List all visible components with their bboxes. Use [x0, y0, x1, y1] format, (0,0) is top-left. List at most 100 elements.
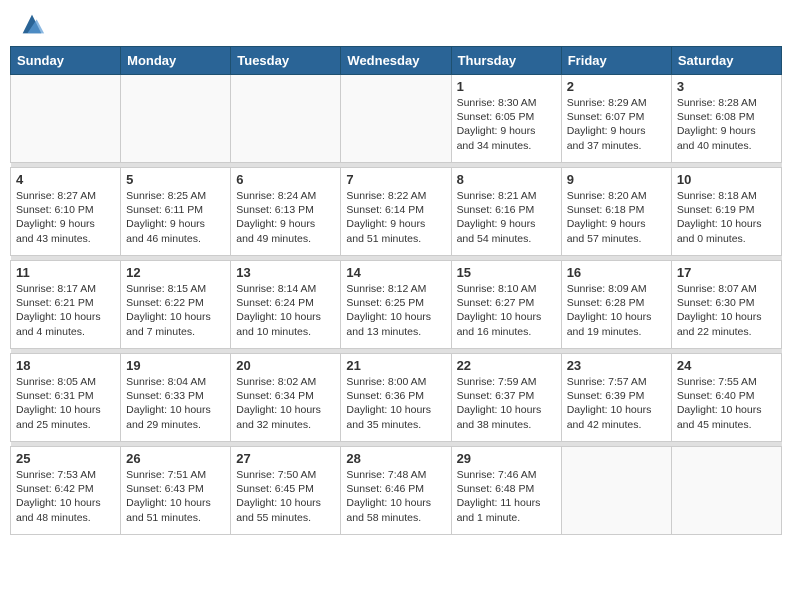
day-info: Sunrise: 8:12 AM Sunset: 6:25 PM Dayligh… — [346, 282, 445, 339]
day-cell: 17 Sunrise: 8:07 AM Sunset: 6:30 PM Dayli… — [671, 261, 781, 349]
day-info: Sunrise: 8:24 AM Sunset: 6:13 PM Dayligh… — [236, 189, 335, 246]
day-info: Sunrise: 7:51 AM Sunset: 6:43 PM Dayligh… — [126, 468, 225, 525]
header-monday: Monday — [121, 47, 231, 75]
week-row-1: 1 Sunrise: 8:30 AM Sunset: 6:05 PM Daylig… — [11, 75, 782, 163]
day-number: 10 — [677, 172, 776, 187]
day-info: Sunrise: 8:27 AM Sunset: 6:10 PM Dayligh… — [16, 189, 115, 246]
day-info: Sunrise: 8:28 AM Sunset: 6:08 PM Dayligh… — [677, 96, 776, 153]
day-number: 28 — [346, 451, 445, 466]
day-info: Sunrise: 8:14 AM Sunset: 6:24 PM Dayligh… — [236, 282, 335, 339]
day-info: Sunrise: 8:00 AM Sunset: 6:36 PM Dayligh… — [346, 375, 445, 432]
day-cell: 26 Sunrise: 7:51 AM Sunset: 6:43 PM Dayli… — [121, 447, 231, 535]
day-cell: 28 Sunrise: 7:48 AM Sunset: 6:46 PM Dayli… — [341, 447, 451, 535]
day-cell: 4 Sunrise: 8:27 AM Sunset: 6:10 PM Daylig… — [11, 168, 121, 256]
header-row: SundayMondayTuesdayWednesdayThursdayFrid… — [11, 47, 782, 75]
day-info: Sunrise: 8:17 AM Sunset: 6:21 PM Dayligh… — [16, 282, 115, 339]
day-cell: 9 Sunrise: 8:20 AM Sunset: 6:18 PM Daylig… — [561, 168, 671, 256]
day-number: 12 — [126, 265, 225, 280]
day-cell: 22 Sunrise: 7:59 AM Sunset: 6:37 PM Dayli… — [451, 354, 561, 442]
day-cell: 20Sunrise: 8:02 AM Sunset: 6:34 PM Dayli… — [231, 354, 341, 442]
day-number: 16 — [567, 265, 666, 280]
day-cell: 15 Sunrise: 8:10 AM Sunset: 6:27 PM Dayli… — [451, 261, 561, 349]
day-cell: 3 Sunrise: 8:28 AM Sunset: 6:08 PM Daylig… — [671, 75, 781, 163]
day-info: Sunrise: 8:09 AM Sunset: 6:28 PM Dayligh… — [567, 282, 666, 339]
week-row-4: 18 Sunrise: 8:05 AM Sunset: 6:31 PM Dayli… — [11, 354, 782, 442]
day-info: Sunrise: 8:29 AM Sunset: 6:07 PM Dayligh… — [567, 96, 666, 153]
page-header — [10, 10, 782, 38]
day-number: 17 — [677, 265, 776, 280]
day-cell: 8 Sunrise: 8:21 AM Sunset: 6:16 PM Daylig… — [451, 168, 561, 256]
day-number: 24 — [677, 358, 776, 373]
day-cell: 19 Sunrise: 8:04 AM Sunset: 6:33 PM Dayli… — [121, 354, 231, 442]
day-cell: 23 Sunrise: 7:57 AM Sunset: 6:39 PM Dayli… — [561, 354, 671, 442]
calendar-table: SundayMondayTuesdayWednesdayThursdayFrid… — [10, 46, 782, 535]
day-cell: 27Sunrise: 7:50 AM Sunset: 6:45 PM Dayli… — [231, 447, 341, 535]
day-info: Sunrise: 7:48 AM Sunset: 6:46 PM Dayligh… — [346, 468, 445, 525]
day-cell — [671, 447, 781, 535]
day-info: Sunrise: 8:15 AM Sunset: 6:22 PM Dayligh… — [126, 282, 225, 339]
day-cell: 6Sunrise: 8:24 AM Sunset: 6:13 PM Daylig… — [231, 168, 341, 256]
day-info: Sunrise: 7:57 AM Sunset: 6:39 PM Dayligh… — [567, 375, 666, 432]
day-number: 15 — [457, 265, 556, 280]
day-info: Sunrise: 8:20 AM Sunset: 6:18 PM Dayligh… — [567, 189, 666, 246]
day-info: Sunrise: 8:05 AM Sunset: 6:31 PM Dayligh… — [16, 375, 115, 432]
day-number: 26 — [126, 451, 225, 466]
day-info: Sunrise: 8:02 AM Sunset: 6:34 PM Dayligh… — [236, 375, 335, 432]
day-cell: 29 Sunrise: 7:46 AM Sunset: 6:48 PM Dayli… — [451, 447, 561, 535]
day-cell — [11, 75, 121, 163]
day-cell: 16 Sunrise: 8:09 AM Sunset: 6:28 PM Dayli… — [561, 261, 671, 349]
day-cell: 21 Sunrise: 8:00 AM Sunset: 6:36 PM Dayli… — [341, 354, 451, 442]
day-cell: 7 Sunrise: 8:22 AM Sunset: 6:14 PM Daylig… — [341, 168, 451, 256]
day-cell: 14Sunrise: 8:12 AM Sunset: 6:25 PM Dayli… — [341, 261, 451, 349]
day-info: Sunrise: 8:21 AM Sunset: 6:16 PM Dayligh… — [457, 189, 556, 246]
day-number: 13 — [236, 265, 335, 280]
logo — [14, 10, 46, 38]
day-cell: 5 Sunrise: 8:25 AM Sunset: 6:11 PM Daylig… — [121, 168, 231, 256]
day-cell — [561, 447, 671, 535]
logo-icon — [18, 10, 46, 38]
header-friday: Friday — [561, 47, 671, 75]
day-number: 25 — [16, 451, 115, 466]
day-number: 5 — [126, 172, 225, 187]
day-cell — [121, 75, 231, 163]
day-info: Sunrise: 8:25 AM Sunset: 6:11 PM Dayligh… — [126, 189, 225, 246]
day-cell: 13 Sunrise: 8:14 AM Sunset: 6:24 PM Dayli… — [231, 261, 341, 349]
week-row-2: 4 Sunrise: 8:27 AM Sunset: 6:10 PM Daylig… — [11, 168, 782, 256]
day-number: 4 — [16, 172, 115, 187]
day-info: Sunrise: 8:04 AM Sunset: 6:33 PM Dayligh… — [126, 375, 225, 432]
day-number: 2 — [567, 79, 666, 94]
day-cell — [341, 75, 451, 163]
day-info: Sunrise: 8:22 AM Sunset: 6:14 PM Dayligh… — [346, 189, 445, 246]
day-cell: 10 Sunrise: 8:18 AM Sunset: 6:19 PM Dayli… — [671, 168, 781, 256]
day-cell: 12 Sunrise: 8:15 AM Sunset: 6:22 PM Dayli… — [121, 261, 231, 349]
day-info: Sunrise: 7:53 AM Sunset: 6:42 PM Dayligh… — [16, 468, 115, 525]
day-cell: 2 Sunrise: 8:29 AM Sunset: 6:07 PM Daylig… — [561, 75, 671, 163]
day-info: Sunrise: 8:07 AM Sunset: 6:30 PM Dayligh… — [677, 282, 776, 339]
week-row-3: 11Sunrise: 8:17 AM Sunset: 6:21 PM Dayli… — [11, 261, 782, 349]
week-row-5: 25 Sunrise: 7:53 AM Sunset: 6:42 PM Dayli… — [11, 447, 782, 535]
header-wednesday: Wednesday — [341, 47, 451, 75]
day-cell: 11Sunrise: 8:17 AM Sunset: 6:21 PM Dayli… — [11, 261, 121, 349]
day-number: 19 — [126, 358, 225, 373]
header-saturday: Saturday — [671, 47, 781, 75]
day-number: 22 — [457, 358, 556, 373]
day-cell: 25 Sunrise: 7:53 AM Sunset: 6:42 PM Dayli… — [11, 447, 121, 535]
day-number: 9 — [567, 172, 666, 187]
day-info: Sunrise: 7:46 AM Sunset: 6:48 PM Dayligh… — [457, 468, 556, 525]
header-sunday: Sunday — [11, 47, 121, 75]
day-number: 29 — [457, 451, 556, 466]
day-info: Sunrise: 8:10 AM Sunset: 6:27 PM Dayligh… — [457, 282, 556, 339]
header-tuesday: Tuesday — [231, 47, 341, 75]
header-thursday: Thursday — [451, 47, 561, 75]
day-number: 21 — [346, 358, 445, 373]
day-info: Sunrise: 7:59 AM Sunset: 6:37 PM Dayligh… — [457, 375, 556, 432]
day-info: Sunrise: 8:30 AM Sunset: 6:05 PM Dayligh… — [457, 96, 556, 153]
day-number: 1 — [457, 79, 556, 94]
day-number: 23 — [567, 358, 666, 373]
day-number: 18 — [16, 358, 115, 373]
day-number: 7 — [346, 172, 445, 187]
day-number: 8 — [457, 172, 556, 187]
day-number: 3 — [677, 79, 776, 94]
day-cell: 1 Sunrise: 8:30 AM Sunset: 6:05 PM Daylig… — [451, 75, 561, 163]
day-info: Sunrise: 8:18 AM Sunset: 6:19 PM Dayligh… — [677, 189, 776, 246]
